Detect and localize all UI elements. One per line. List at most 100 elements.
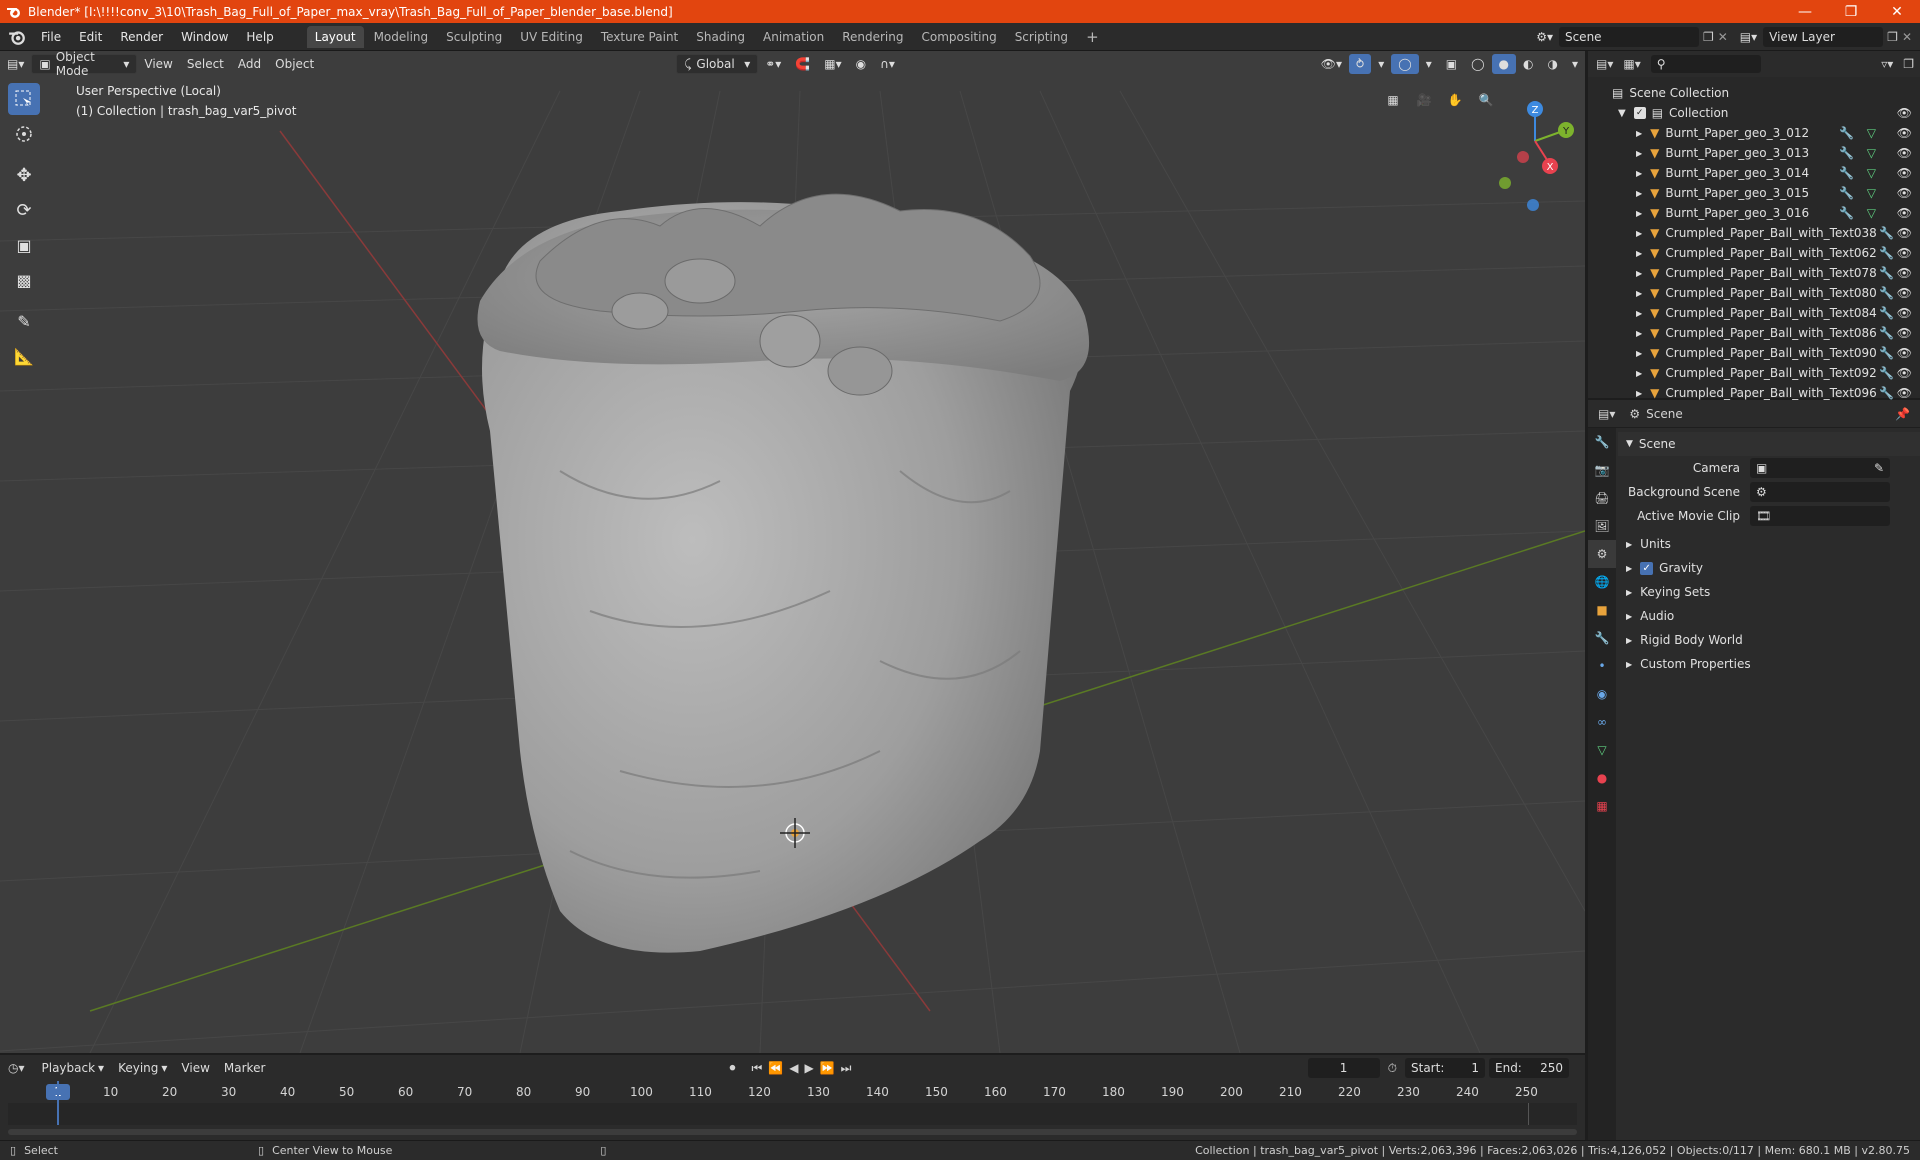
object-tab[interactable]: ■ [1588, 596, 1616, 624]
expand-right-icon[interactable]: ▶ [1636, 389, 1642, 398]
modifier-wrench-icon[interactable]: 🔧 [1879, 346, 1894, 360]
view-layer-icon[interactable]: ▤▾ [1740, 30, 1757, 44]
annotate-tool[interactable]: ✎ [8, 305, 40, 337]
expand-right-icon[interactable]: ▶ [1636, 309, 1642, 318]
eye-icon[interactable]: 👁 [1897, 226, 1912, 240]
camera-field[interactable]: ▣ ✎ [1750, 458, 1890, 478]
tab-layout[interactable]: Layout [306, 25, 364, 48]
eye-icon[interactable]: 👁 [1897, 266, 1912, 280]
menu-playback[interactable]: Playback ▾ [35, 1058, 112, 1078]
physics-tab[interactable]: ◉ [1588, 680, 1616, 708]
outliner-object-row[interactable]: ▶ ▼ Crumpled_Paper_Ball_with_Text092 🔧 👁 [1588, 363, 1920, 383]
modifier-wrench-icon[interactable]: 🔧 [1879, 386, 1894, 400]
eye-icon[interactable]: 👁 [1897, 106, 1912, 120]
gizmo-dropdown-icon[interactable]: ▾ [1371, 54, 1391, 74]
menu-add[interactable]: Add [231, 54, 268, 74]
menu-edit[interactable]: Edit [70, 23, 111, 51]
mesh-data-icon[interactable]: ▽ [1867, 146, 1876, 160]
expand-right-icon[interactable]: ▶ [1636, 369, 1642, 378]
modifier-wrench-icon[interactable]: 🔧 [1839, 166, 1854, 180]
play-icon[interactable]: ▶ [804, 1061, 813, 1075]
modifier-wrench-icon[interactable]: 🔧 [1879, 226, 1894, 240]
scene-panel-header[interactable]: ▼ Scene [1618, 432, 1920, 456]
tab-shading[interactable]: Shading [688, 26, 753, 48]
outliner-object-row[interactable]: ▶ ▼ Burnt_Paper_geo_3_016 🔧 ▽ 👁 [1588, 203, 1920, 223]
eye-icon[interactable]: 👁 [1897, 346, 1912, 360]
eye-icon[interactable]: 👁 [1897, 306, 1912, 320]
active-movie-clip-field[interactable]: 🎞 [1750, 506, 1890, 526]
scene-selector-icon[interactable]: ⚙▾ [1536, 30, 1553, 44]
menu-window[interactable]: Window [172, 23, 237, 51]
tab-uv-editing[interactable]: UV Editing [512, 26, 591, 48]
overlays-dropdown-icon[interactable]: ▾ [1419, 54, 1439, 74]
tab-scripting[interactable]: Scripting [1007, 26, 1076, 48]
visibility-icon[interactable]: 👁▾ [1314, 54, 1349, 74]
keying-sets-panel-header[interactable]: ▶ Keying Sets [1618, 580, 1920, 604]
menu-object[interactable]: Object [268, 54, 321, 74]
expand-right-icon[interactable]: ▶ [1636, 269, 1642, 278]
3d-viewport[interactable]: Z Y X [0, 51, 1585, 1053]
wireframe-shading-icon[interactable]: ◯ [1464, 54, 1491, 74]
gravity-panel-header[interactable]: ▶ ✓ Gravity [1618, 556, 1920, 580]
timeline-scrollbar[interactable] [8, 1129, 1577, 1135]
expand-right-icon[interactable]: ▶ [1636, 129, 1642, 138]
tab-texture-paint[interactable]: Texture Paint [593, 26, 686, 48]
end-frame-field[interactable]: End: 250 [1489, 1058, 1569, 1078]
expand-down-icon[interactable]: ▼ [1618, 108, 1626, 119]
outliner-object-row[interactable]: ▶ ▼ Crumpled_Paper_Ball_with_Text062 🔧 👁 [1588, 243, 1920, 263]
menu-view[interactable]: View [137, 54, 179, 74]
mesh-data-icon[interactable]: ▽ [1867, 126, 1876, 140]
expand-right-icon[interactable]: ▶ [1636, 169, 1642, 178]
eye-icon[interactable]: 👁 [1897, 246, 1912, 260]
outliner-scene-collection[interactable]: ▤ Scene Collection [1588, 83, 1920, 103]
transform-tool[interactable]: ▩ [8, 264, 40, 296]
modifier-wrench-icon[interactable]: 🔧 [1839, 186, 1854, 200]
new-collection-icon[interactable]: ❐ [1903, 57, 1914, 71]
close-window-button[interactable]: ✕ [1874, 0, 1920, 23]
outliner-object-row[interactable]: ▶ ▼ Crumpled_Paper_Ball_with_Text086 🔧 👁 [1588, 323, 1920, 343]
eyedropper-icon[interactable]: ✎ [1874, 461, 1884, 475]
record-icon[interactable]: ⚫ [727, 1061, 737, 1075]
background-scene-field[interactable]: ⚙ [1750, 482, 1890, 502]
proportional-edit-icon[interactable]: ◉ [849, 54, 873, 74]
tab-modeling[interactable]: Modeling [366, 26, 437, 48]
new-view-layer-icon[interactable]: ❐ [1887, 30, 1898, 44]
material-tab[interactable]: ● [1588, 764, 1616, 792]
modifier-wrench-icon[interactable]: 🔧 [1839, 206, 1854, 220]
outliner-object-row[interactable]: ▶ ▼ Crumpled_Paper_Ball_with_Text084 🔧 👁 [1588, 303, 1920, 323]
expand-right-icon[interactable]: ▶ [1636, 189, 1642, 198]
outliner-object-row[interactable]: ▶ ▼ Burnt_Paper_geo_3_013 🔧 ▽ 👁 [1588, 143, 1920, 163]
remove-view-layer-icon[interactable]: ✕ [1902, 30, 1912, 44]
menu-keying[interactable]: Keying ▾ [111, 1058, 174, 1078]
cursor-tool[interactable] [8, 118, 40, 150]
menu-render[interactable]: Render [111, 23, 172, 51]
start-frame-field[interactable]: Start: 1 [1405, 1058, 1485, 1078]
outliner-object-row[interactable]: ▶ ▼ Crumpled_Paper_Ball_with_Text080 🔧 👁 [1588, 283, 1920, 303]
scene-field[interactable]: Scene [1558, 26, 1699, 47]
timeline-ruler[interactable]: 1 10 20 30 40 50 60 70 80 90 100 110 120… [0, 1081, 1585, 1103]
menu-help[interactable]: Help [237, 23, 282, 51]
jump-end-icon[interactable]: ⏭ [841, 1061, 852, 1076]
rotate-tool[interactable]: ⟳ [8, 194, 40, 226]
eye-icon[interactable]: 👁 [1897, 166, 1912, 180]
display-mode-icon[interactable]: ▦▾ [1623, 57, 1640, 71]
play-reverse-icon[interactable]: ◀ [789, 1061, 798, 1075]
eye-icon[interactable]: 👁 [1897, 386, 1912, 400]
modifier-wrench-icon[interactable]: 🔧 [1879, 366, 1894, 380]
menu-marker[interactable]: Marker [217, 1058, 272, 1078]
modifier-tab[interactable]: 🔧 [1588, 624, 1616, 652]
measure-tool[interactable]: 📐 [8, 340, 40, 372]
mesh-data-icon[interactable]: ▽ [1867, 186, 1876, 200]
timeline-track-area[interactable] [8, 1081, 1577, 1125]
move-tool[interactable]: ✥ [8, 159, 40, 191]
eye-icon[interactable]: 👁 [1897, 206, 1912, 220]
tool-settings-tab[interactable]: 🔧 [1588, 428, 1616, 456]
tab-rendering[interactable]: Rendering [834, 26, 911, 48]
mesh-data-icon[interactable]: ▽ [1867, 166, 1876, 180]
eye-icon[interactable]: 👁 [1897, 366, 1912, 380]
world-tab[interactable]: 🌐 [1588, 568, 1616, 596]
menu-file[interactable]: File [32, 23, 70, 51]
eye-icon[interactable]: 👁 [1897, 126, 1912, 140]
eye-icon[interactable]: 👁 [1897, 146, 1912, 160]
shading-dropdown-icon[interactable]: ▾ [1565, 54, 1585, 74]
